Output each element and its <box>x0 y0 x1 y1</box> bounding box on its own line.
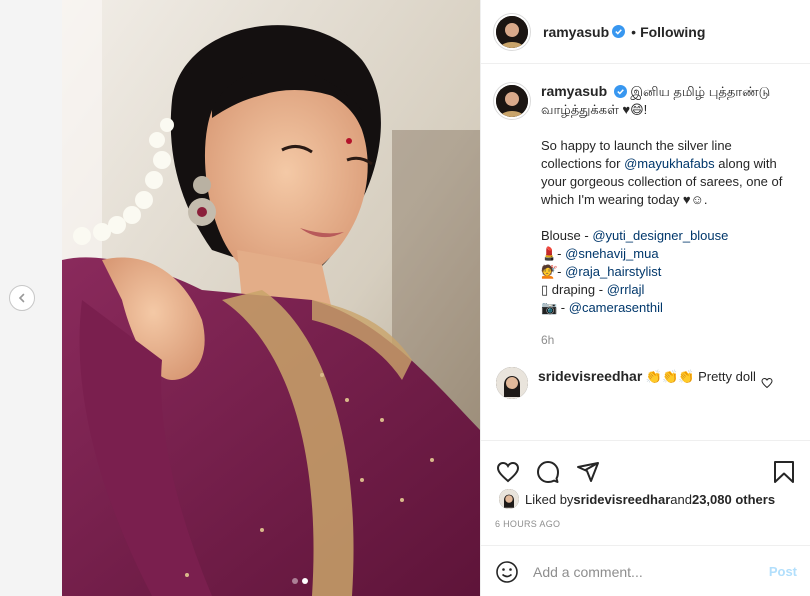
mention-link[interactable]: @camerasenthil <box>569 300 663 315</box>
caption-time[interactable]: 6h <box>541 331 791 349</box>
verified-badge-icon <box>613 85 627 98</box>
following-button[interactable]: Following <box>640 24 705 40</box>
mention-link[interactable]: @snehavij_mua <box>565 246 658 261</box>
bookmark-icon <box>774 461 794 483</box>
carousel-dot-active <box>302 578 308 584</box>
post-side-panel: ramyasub • Following ramyasub இனிய தமிழ்… <box>480 0 810 596</box>
credit-line: 💄- @snehavij_mua <box>541 245 791 263</box>
emoji-icon[interactable] <box>495 560 519 584</box>
mention-link[interactable]: @mayukhafabs <box>624 156 715 171</box>
mention-link[interactable]: @rrlajl <box>607 282 645 297</box>
credit-line: 💇- @raja_hairstylist <box>541 263 791 281</box>
caption-username[interactable]: ramyasub <box>541 83 607 99</box>
carousel-dot <box>292 578 298 584</box>
credit-label: 💇- <box>541 264 566 279</box>
share-button[interactable] <box>575 459 601 485</box>
comment-like-icon[interactable] <box>761 377 773 389</box>
caption-text: ramyasub இனிய தமிழ் புத்தாண்டு வாழ்த்துக… <box>541 82 791 349</box>
commenter-username[interactable]: sridevisreedhar <box>538 368 642 384</box>
post-header: ramyasub • Following <box>481 0 810 64</box>
caption-paragraph: So happy to launch the silver line colle… <box>541 137 791 209</box>
share-icon <box>577 462 599 482</box>
left-margin <box>0 0 62 596</box>
credit-label: ▯ draping - <box>541 282 607 297</box>
credit-line: ▯ draping - @rrlajl <box>541 281 791 299</box>
credits: Blouse - @yuti_designer_blouse 💄- @sneha… <box>541 227 791 317</box>
likes-middle: and <box>670 491 692 507</box>
credit-label: Blouse - <box>541 228 593 243</box>
like-button[interactable] <box>495 459 521 485</box>
verified-badge-icon <box>612 25 626 38</box>
header-avatar-ring[interactable] <box>493 12 531 51</box>
previous-post-button[interactable] <box>9 285 35 311</box>
avatar <box>496 15 528 48</box>
likes-prefix: Liked by <box>525 491 574 507</box>
carousel-dots <box>292 578 308 584</box>
header-separator: • <box>631 23 637 40</box>
post-timestamp[interactable]: 6 HOURS AGO <box>481 519 810 529</box>
chevron-left-icon <box>18 293 25 303</box>
mention-link[interactable]: @yuti_designer_blouse <box>592 228 728 243</box>
post-comment-button[interactable]: Post <box>769 564 797 579</box>
liker-avatar[interactable] <box>499 489 519 509</box>
liker-username[interactable]: sridevisreedhar <box>573 492 670 507</box>
caption: ramyasub இனிய தமிழ் புத்தாண்டு வாழ்த்துக… <box>493 82 797 349</box>
post-image <box>62 0 480 596</box>
credit-line: Blouse - @yuti_designer_blouse <box>541 227 791 245</box>
commenter-avatar[interactable] <box>496 367 528 399</box>
comments-section: ramyasub இனிய தமிழ் புத்தாண்டு வாழ்த்துக… <box>481 64 810 440</box>
credit-label: 📷 - <box>541 300 569 315</box>
add-comment-form: Post <box>481 545 810 596</box>
header-username[interactable]: ramyasub <box>543 24 609 40</box>
comment-item: sridevisreedhar 👏👏👏 Pretty doll <box>493 367 797 399</box>
mention-link[interactable]: @raja_hairstylist <box>565 264 661 279</box>
credit-label: 💄- <box>541 246 566 261</box>
comment-body: 👏👏👏 Pretty doll <box>642 369 756 384</box>
save-button[interactable] <box>771 459 797 485</box>
comment-icon <box>537 461 559 483</box>
comment-button[interactable] <box>535 459 561 485</box>
comment-text: sridevisreedhar 👏👏👏 Pretty doll <box>538 367 760 399</box>
comment-input[interactable] <box>533 563 769 580</box>
action-icons <box>481 441 810 491</box>
likes-summary: Liked by sridevisreedhar and 23,080 othe… <box>481 489 810 509</box>
post-actions: Liked by sridevisreedhar and 23,080 othe… <box>481 440 810 596</box>
likes-count[interactable]: 23,080 others <box>692 492 775 507</box>
caption-avatar-ring[interactable] <box>493 82 531 120</box>
post-photo[interactable] <box>62 0 480 596</box>
credit-line: 📷 - @camerasenthil <box>541 299 791 317</box>
avatar <box>496 85 528 117</box>
heart-icon <box>496 461 520 483</box>
